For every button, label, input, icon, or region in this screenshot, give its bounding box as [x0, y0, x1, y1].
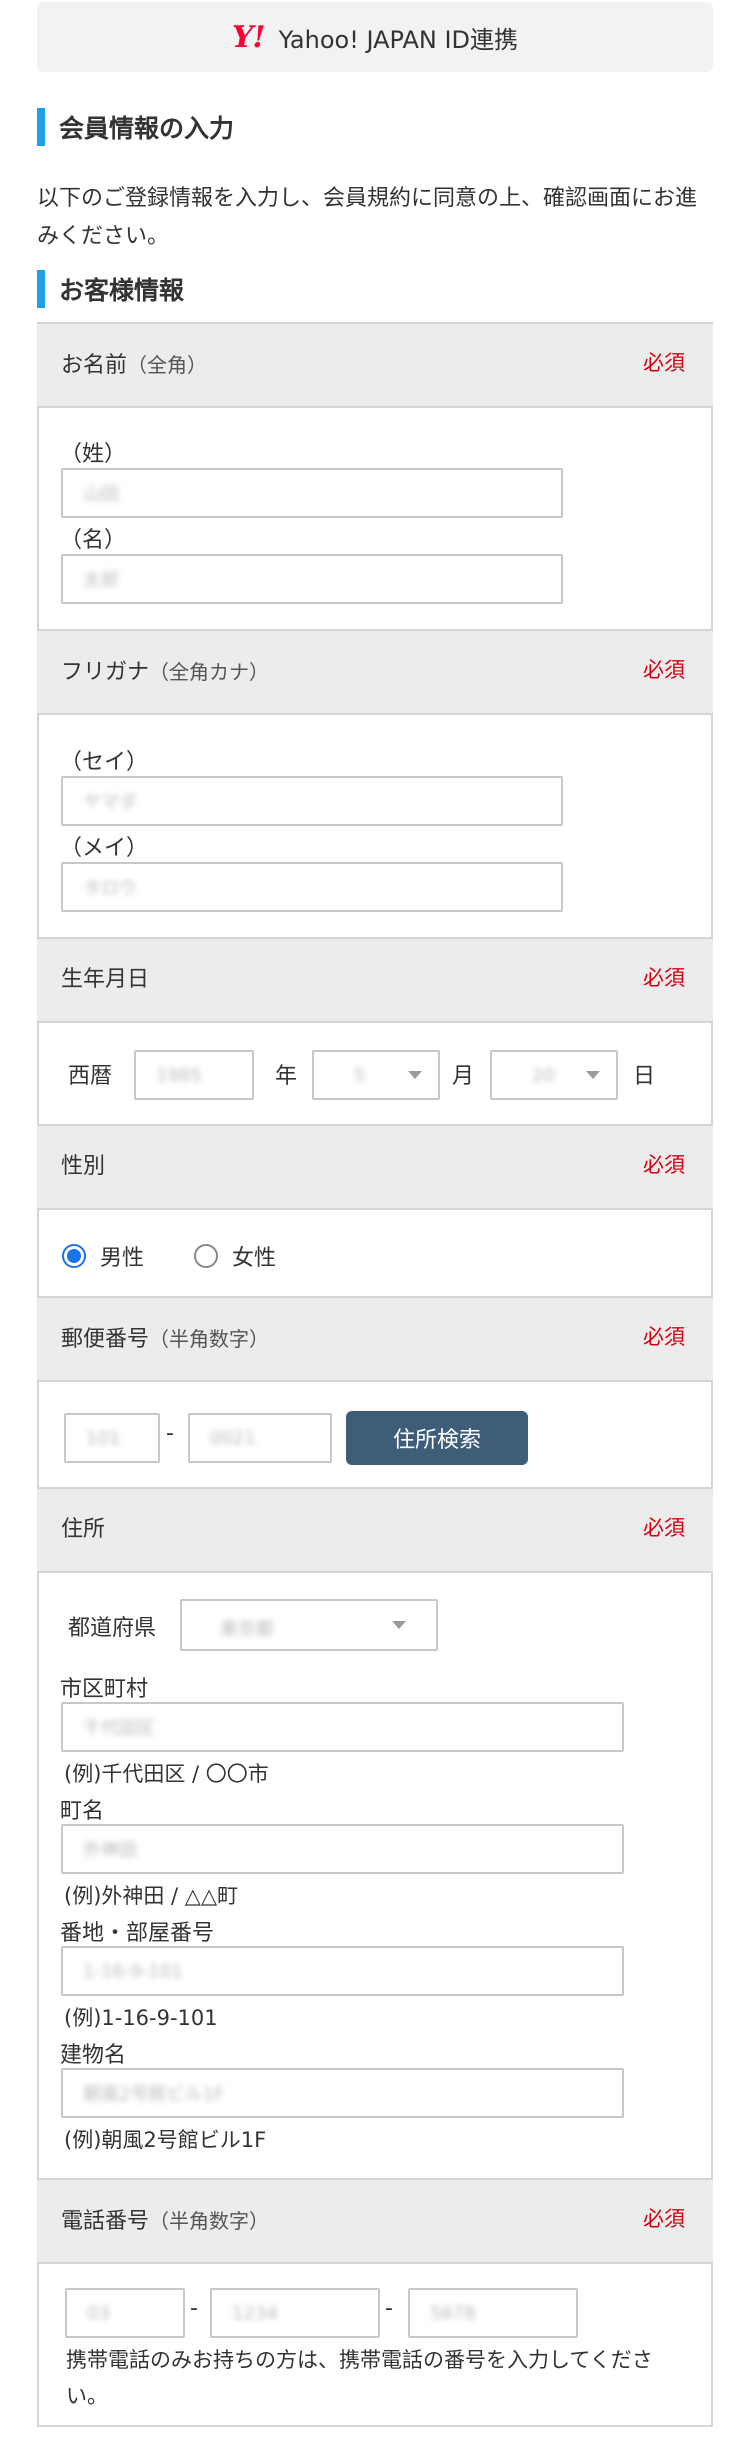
sei-label: （姓） [60, 442, 127, 467]
required-badge: 必須 [643, 966, 685, 990]
required-badge: 必須 [643, 1325, 685, 1349]
field-header-address: 住所 必須 [37, 1487, 713, 1573]
prefecture-label: 都道府県 [68, 1616, 157, 1641]
radio-icon[interactable] [194, 1244, 218, 1268]
city-example: (例)千代田区 / 〇〇市 [64, 1762, 269, 1786]
phone-first-input[interactable]: 03 [65, 2288, 185, 2338]
birth-day-value: 20 [532, 1065, 555, 1086]
building-label: 建物名 [60, 2043, 127, 2068]
radio-icon[interactable] [62, 1244, 86, 1268]
yahoo-logo-icon: Y! [231, 19, 266, 55]
first-name-input[interactable]: 太郎 [61, 554, 563, 604]
required-badge: 必須 [643, 1153, 685, 1177]
field-header-name: お名前（全角） 必須 [37, 322, 713, 408]
birth-month-value: 5 [354, 1065, 366, 1086]
yahoo-link-label: Yahoo! JAPAN ID連携 [278, 25, 519, 54]
era-label: 西暦 [68, 1064, 113, 1089]
phone-separator: - [190, 2296, 198, 2321]
field-header-kana: フリガナ（全角カナ） 必須 [37, 629, 713, 715]
address-search-button[interactable]: 住所検索 [346, 1411, 528, 1465]
chevron-down-icon [408, 1071, 422, 1079]
field-label: 電話番号（半角数字） [61, 2209, 270, 2234]
section-title-text: お客様情報 [59, 276, 185, 305]
accent-bar [37, 108, 45, 146]
first-name-kana-input[interactable]: タロウ [61, 862, 563, 912]
field-label: 住所 [61, 1517, 106, 1542]
yahoo-id-link-button[interactable]: Y! Yahoo! JAPAN ID連携 [37, 2, 713, 72]
required-badge: 必須 [643, 1516, 685, 1540]
building-example: (例)朝風2号館ビル1F [64, 2128, 267, 2152]
gender-label-female: 女性 [232, 1246, 277, 1271]
chevron-down-icon [586, 1071, 600, 1079]
chevron-down-icon [392, 1621, 406, 1629]
prefecture-select[interactable]: 東京都 [180, 1599, 438, 1651]
field-header-birthdate: 生年月日 必須 [37, 937, 713, 1023]
required-badge: 必須 [643, 2207, 685, 2231]
section-title-member-input: 会員情報の入力 [37, 108, 234, 146]
town-label: 町名 [60, 1799, 105, 1824]
field-label: 郵便番号（半角数字） [61, 1327, 270, 1352]
month-unit: 月 [452, 1064, 475, 1089]
phone-separator: - [385, 2296, 393, 2321]
section-title-text: 会員情報の入力 [59, 114, 235, 143]
block-label: 番地・部屋番号 [60, 1921, 215, 1946]
accent-bar [37, 270, 45, 308]
field-header-phone: 電話番号（半角数字） 必須 [37, 2178, 713, 2264]
town-input[interactable]: 外神田 [61, 1824, 624, 1874]
birth-day-select[interactable]: 20 [490, 1050, 618, 1100]
postal-code-first-input[interactable]: 101 [64, 1413, 160, 1463]
last-name-kana-input[interactable]: ヤマダ [61, 776, 563, 826]
building-input[interactable]: 朝風2号館ビル1F [61, 2068, 624, 2118]
block-number-input[interactable]: 1-16-9-101 [61, 1946, 624, 1996]
phone-note: 携帯電話のみお持ちの方は、携帯電話の番号を入力してください。 [66, 2348, 653, 2408]
intro-text: 以下のご登録情報を入力し、会員規約に同意の上、確認画面にお進みください。 [37, 186, 698, 249]
year-unit: 年 [275, 1064, 298, 1089]
phone-third-input[interactable]: 5678 [408, 2288, 578, 2338]
city-input[interactable]: 千代田区 [61, 1702, 624, 1752]
city-label: 市区町村 [60, 1677, 149, 1702]
mei-kana-label: （メイ） [60, 836, 149, 861]
last-name-input[interactable]: 山田 [61, 468, 563, 518]
field-header-gender: 性別 必須 [37, 1124, 713, 1210]
field-label: 生年月日 [61, 967, 150, 992]
gender-option-male[interactable]: 男性 [62, 1240, 144, 1272]
required-badge: 必須 [643, 658, 685, 682]
day-unit: 日 [633, 1064, 656, 1089]
prefecture-value: 東京都 [220, 1619, 274, 1640]
field-label: フリガナ（全角カナ） [61, 660, 270, 685]
field-label: お名前（全角） [61, 353, 208, 378]
field-label: 性別 [61, 1154, 106, 1179]
postal-separator: - [166, 1421, 174, 1446]
required-badge: 必須 [643, 351, 685, 375]
town-example: (例)外神田 / △△町 [64, 1884, 239, 1908]
birth-month-select[interactable]: 5 [312, 1050, 440, 1100]
field-header-postal: 郵便番号（半角数字） 必須 [37, 1296, 713, 1382]
postal-code-second-input[interactable]: 0021 [188, 1413, 332, 1463]
sei-kana-label: （セイ） [60, 750, 149, 775]
block-example: (例)1-16-9-101 [64, 2006, 218, 2030]
birth-year-input[interactable]: 1985 [134, 1050, 254, 1100]
phone-second-input[interactable]: 1234 [210, 2288, 380, 2338]
section-title-customer-info: お客様情報 [37, 270, 184, 308]
gender-option-female[interactable]: 女性 [194, 1240, 276, 1272]
gender-label-male: 男性 [100, 1246, 145, 1271]
mei-label: （名） [60, 528, 127, 553]
